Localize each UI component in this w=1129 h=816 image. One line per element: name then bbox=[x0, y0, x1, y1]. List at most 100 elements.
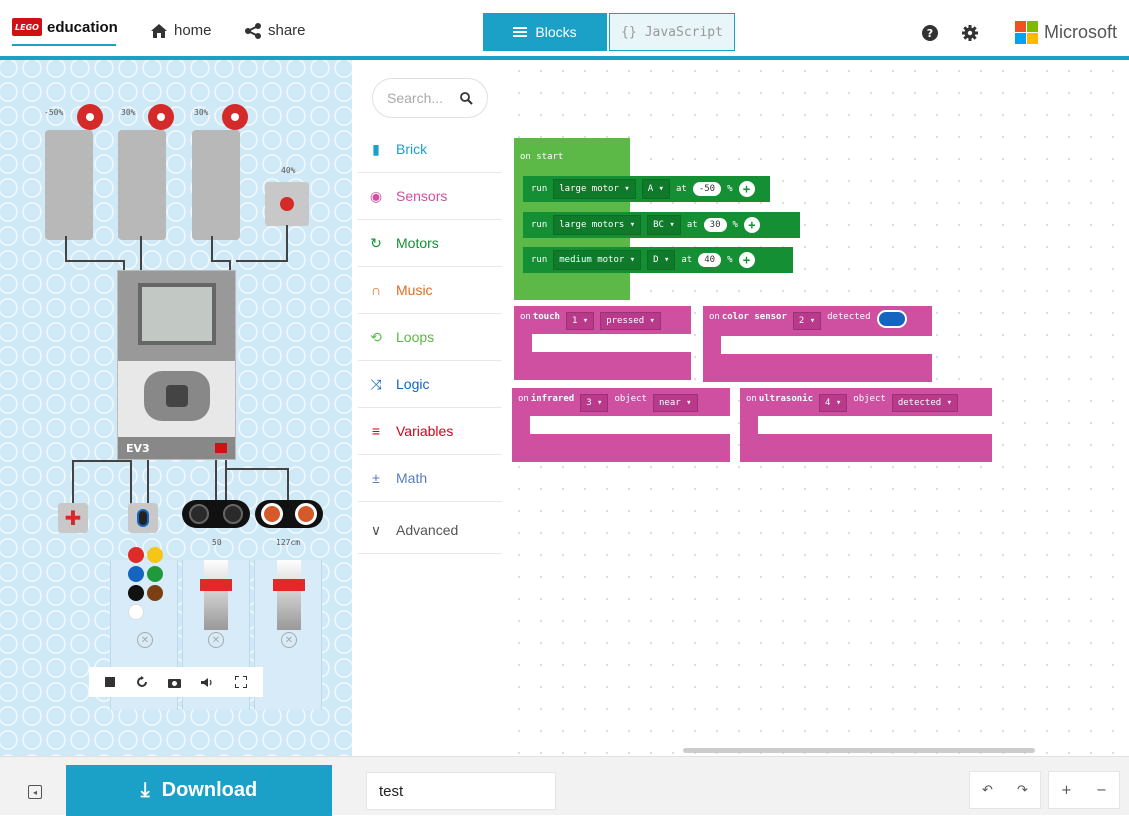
share-link[interactable]: share bbox=[244, 22, 306, 39]
motor-a-gear-icon[interactable] bbox=[77, 104, 103, 130]
on-infrared-block[interactable]: on infrared 3 ▾ object near ▾ bbox=[512, 388, 730, 462]
color-blue-option[interactable] bbox=[128, 566, 144, 582]
lego-education-logo[interactable]: LEGO education bbox=[12, 18, 118, 36]
speed-input-2[interactable]: 30 bbox=[703, 218, 727, 232]
category-variables[interactable]: ≡ Variables bbox=[358, 408, 502, 455]
infrared-remove-icon[interactable]: ✕ bbox=[208, 632, 224, 648]
speed-input-1[interactable]: -50 bbox=[692, 182, 722, 196]
run-motor-bc-block[interactable]: run large motors ▾ BC ▾ at 30 % + bbox=[523, 212, 800, 238]
ultrasonic-value-dropdown[interactable]: detected ▾ bbox=[891, 394, 958, 412]
infrared-port-dropdown[interactable]: 3 ▾ bbox=[580, 394, 609, 412]
add-param-icon[interactable]: + bbox=[743, 217, 760, 233]
ultrasonic-slider-handle[interactable] bbox=[273, 579, 305, 591]
brick-center-button[interactable] bbox=[166, 385, 188, 407]
add-param-icon[interactable]: + bbox=[738, 181, 755, 197]
search-icon bbox=[460, 91, 473, 105]
category-loops-label: Loops bbox=[396, 329, 435, 345]
color-green-option[interactable] bbox=[147, 566, 163, 582]
category-brick[interactable]: ▮ Brick bbox=[358, 126, 502, 173]
blocks-workspace[interactable]: on start run large motor ▾ A ▾ at -50 % … bbox=[508, 60, 1129, 756]
infrared-slider-track[interactable] bbox=[204, 560, 228, 630]
sound-icon[interactable] bbox=[201, 677, 214, 688]
run-motor-a-block[interactable]: run large motor ▾ A ▾ at -50 % + bbox=[523, 176, 770, 202]
project-name-input[interactable]: test bbox=[366, 772, 556, 810]
port-dropdown-2[interactable]: BC ▾ bbox=[647, 215, 681, 235]
toolbox-search[interactable]: Search... bbox=[372, 78, 488, 118]
zoom-in-icon[interactable]: + bbox=[1054, 777, 1080, 803]
color-white-option[interactable] bbox=[128, 604, 144, 620]
color-red-option[interactable] bbox=[128, 547, 144, 563]
touch-sensor[interactable]: ✚ bbox=[58, 503, 88, 533]
ultrasonic-sensor[interactable] bbox=[255, 500, 323, 528]
object-label: object bbox=[853, 394, 886, 404]
category-sensors[interactable]: ◉ Sensors bbox=[358, 173, 502, 220]
category-advanced[interactable]: ∨ Advanced bbox=[358, 507, 502, 554]
restart-icon[interactable] bbox=[136, 676, 148, 688]
stop-icon[interactable] bbox=[105, 677, 116, 687]
brand-text: education bbox=[47, 18, 118, 36]
category-music[interactable]: ∩ Music bbox=[358, 267, 502, 314]
undo-icon[interactable]: ↶ bbox=[975, 777, 1001, 803]
color-sensor[interactable] bbox=[128, 503, 158, 533]
home-link[interactable]: home bbox=[150, 22, 212, 39]
ultrasonic-remove-icon[interactable]: ✕ bbox=[281, 632, 297, 648]
ev3-brick: EV3 bbox=[117, 270, 236, 460]
tab-blocks[interactable]: Blocks bbox=[483, 13, 607, 51]
color-brown-option[interactable] bbox=[147, 585, 163, 601]
ir-right-eye-icon bbox=[223, 504, 243, 524]
tab-javascript[interactable]: {} JavaScript bbox=[609, 13, 735, 51]
motor-dropdown-3[interactable]: medium motor ▾ bbox=[553, 250, 642, 270]
port-dropdown-3[interactable]: D ▾ bbox=[647, 250, 676, 270]
category-logic[interactable]: ⤨ Logic bbox=[358, 361, 502, 408]
color-sensor-remove-icon[interactable]: ✕ bbox=[137, 632, 153, 648]
speed-input-3[interactable]: 40 bbox=[698, 253, 722, 267]
gear-icon[interactable] bbox=[962, 25, 978, 41]
at-label: at bbox=[675, 184, 687, 194]
port-dropdown-1[interactable]: A ▾ bbox=[641, 179, 670, 199]
category-loops[interactable]: ⟲ Loops bbox=[358, 314, 502, 361]
run-motor-d-block[interactable]: run medium motor ▾ D ▾ at 40 % + bbox=[523, 247, 793, 273]
zoom-group: + − bbox=[1048, 771, 1120, 809]
motor-dropdown-2[interactable]: large motors ▾ bbox=[553, 215, 642, 235]
add-param-icon[interactable]: + bbox=[738, 252, 755, 268]
color-swatch-dropdown[interactable] bbox=[876, 310, 907, 328]
brick-buttons[interactable] bbox=[144, 371, 210, 421]
fullscreen-icon[interactable] bbox=[234, 676, 247, 688]
motor-b-gear-icon[interactable] bbox=[148, 104, 174, 130]
touch-port-dropdown[interactable]: 1 ▾ bbox=[565, 312, 595, 330]
touch-event-dropdown[interactable]: pressed ▾ bbox=[600, 312, 661, 330]
category-motors[interactable]: ↻ Motors bbox=[358, 220, 502, 267]
motor-a-percent: -50% bbox=[44, 108, 64, 117]
color-black-option[interactable] bbox=[128, 585, 144, 601]
category-math[interactable]: ± Math bbox=[358, 455, 502, 502]
search-input[interactable]: Search... bbox=[387, 90, 443, 106]
at-label: at bbox=[686, 220, 698, 230]
medium-motor-d[interactable] bbox=[265, 182, 309, 226]
category-variables-label: Variables bbox=[396, 423, 454, 439]
infrared-slider-handle[interactable] bbox=[200, 579, 232, 591]
motor-dropdown-1[interactable]: large motor ▾ bbox=[553, 179, 636, 199]
on-color-sensor-block[interactable]: on color sensor 2 ▾ detected bbox=[703, 306, 932, 382]
ultrasonic-port-dropdown[interactable]: 4 ▾ bbox=[819, 394, 848, 412]
download-button[interactable]: ⤓ Download bbox=[66, 765, 332, 816]
on-ultrasonic-block[interactable]: on ultrasonic 4 ▾ object detected ▾ bbox=[740, 388, 992, 462]
color-port-dropdown[interactable]: 2 ▾ bbox=[792, 312, 822, 330]
ultrasonic-slider-track[interactable] bbox=[277, 560, 301, 630]
color-yellow-option[interactable] bbox=[147, 547, 163, 563]
brick-icon: ▮ bbox=[372, 140, 380, 157]
redo-icon[interactable]: ↷ bbox=[1010, 777, 1036, 803]
zoom-out-icon[interactable]: − bbox=[1089, 777, 1115, 803]
run-label: run bbox=[531, 255, 548, 265]
on-touch-block[interactable]: on touch 1 ▾ pressed ▾ bbox=[514, 306, 691, 380]
help-icon[interactable]: ? bbox=[922, 25, 938, 41]
infrared-label: infrared bbox=[530, 394, 575, 404]
collapse-simulator-icon[interactable]: ◂ bbox=[28, 785, 42, 799]
motor-c-gear-icon[interactable] bbox=[222, 104, 248, 130]
infrared-sensor[interactable] bbox=[182, 500, 250, 528]
touch-label: touch bbox=[532, 312, 560, 322]
motor-c bbox=[192, 130, 240, 240]
screenshot-icon[interactable] bbox=[167, 677, 181, 688]
microsoft-logo[interactable]: Microsoft bbox=[1015, 21, 1117, 44]
infrared-value-dropdown[interactable]: near ▾ bbox=[652, 394, 698, 412]
workspace-scrollbar[interactable] bbox=[683, 748, 1035, 753]
